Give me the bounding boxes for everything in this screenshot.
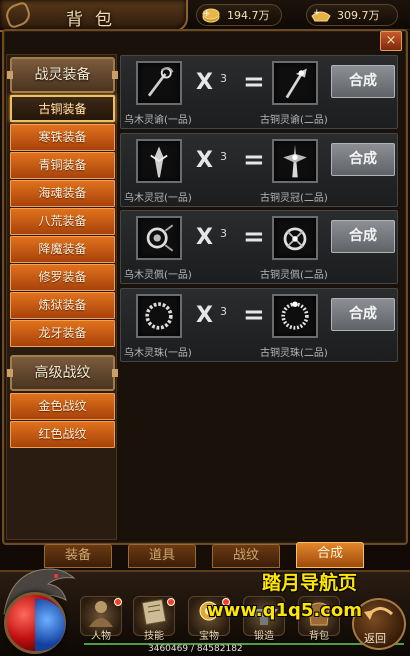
notification-dot: [167, 598, 175, 606]
top-bar: 背包 + 194.7万 + 309.7万: [0, 0, 410, 32]
app-window: 背包 + 194.7万 + 309.7万 × 战灵装备 古铜装备 寒铁装备 青铜…: [0, 0, 410, 656]
output-item-slot[interactable]: [272, 216, 318, 260]
bag-tabs: 装备 道具 战纹 合成: [40, 542, 370, 570]
output-item-name: 古铜灵珠(二品): [260, 348, 328, 359]
back-label: 返回: [364, 632, 386, 645]
coin2-value: 309.7万: [337, 9, 380, 22]
tab-items[interactable]: 道具: [128, 544, 196, 568]
output-item-slot[interactable]: [272, 294, 318, 338]
sidebar-item-red-rune[interactable]: 红色战纹: [10, 421, 115, 448]
crown-icon: [150, 146, 168, 178]
ornament-icon: [2, 0, 34, 30]
sidebar-item-green-bronze-gear[interactable]: 青铜装备: [10, 152, 115, 179]
input-item-name: 乌木灵珠(一品): [124, 348, 192, 359]
section-header-advanced-runes[interactable]: 高级战纹: [7, 355, 118, 391]
window-title: 背包: [66, 10, 124, 30]
watermark-url: www.q1q5.com: [207, 600, 363, 621]
equals-sign: =: [243, 67, 265, 97]
menu-label-skills: 技能: [144, 631, 164, 642]
title-plate: 背包: [0, 0, 188, 32]
ingot-plus-icon[interactable]: +: [309, 5, 333, 25]
menu-label-character: 人物: [91, 631, 111, 642]
synthesize-button[interactable]: 合成: [331, 298, 395, 331]
input-item-name: 乌木灵冠(一品): [124, 193, 192, 204]
svg-text:+: +: [203, 9, 211, 19]
crown-icon: [283, 144, 307, 178]
input-item-name: 乌木灵谕(一品): [124, 115, 192, 126]
notification-dot: [114, 598, 122, 606]
input-item-slot[interactable]: [136, 216, 182, 260]
menu-label-forge: 锻造: [254, 631, 274, 642]
sidebar-item-purgatory-gear[interactable]: 炼狱装备: [10, 292, 115, 319]
output-item-name: 古铜灵冠(二品): [260, 193, 328, 204]
input-item-name: 乌木灵佩(一品): [124, 270, 192, 281]
synthesize-button[interactable]: 合成: [331, 220, 395, 253]
sidebar-item-gold-rune[interactable]: 金色战纹: [10, 393, 115, 420]
svg-text:+: +: [313, 8, 321, 18]
output-item-name: 古铜灵谕(二品): [260, 115, 328, 126]
synthesize-button[interactable]: 合成: [331, 143, 395, 176]
section-header-spirit-gear[interactable]: 战灵装备: [7, 57, 118, 93]
recipe-row: X 3 = 合成 乌木灵珠(一品) 古铜灵珠(二品): [120, 288, 398, 362]
sidebar-item-asura-gear[interactable]: 修罗装备: [10, 264, 115, 291]
close-button[interactable]: ×: [380, 31, 402, 51]
input-item-slot[interactable]: [136, 61, 182, 105]
gold-coin-counter: + 194.7万: [196, 4, 282, 26]
required-count: 3: [220, 72, 227, 85]
recipe-row: X 3 = 合成 乌木灵谕(一品) 古铜灵谕(二品): [120, 55, 398, 129]
sidebar-item-dragon-tooth-gear[interactable]: 龙牙装备: [10, 320, 115, 347]
required-count: 3: [220, 150, 227, 163]
output-item-slot[interactable]: [272, 139, 318, 183]
coin-plus-icon[interactable]: +: [199, 5, 223, 25]
watermark-title: 踏月导航页: [262, 572, 358, 594]
health-mana-orb: [4, 592, 66, 654]
wand-icon: [285, 68, 307, 99]
synthesize-button[interactable]: 合成: [331, 65, 395, 98]
pendant-icon: [283, 227, 307, 251]
pendant-icon: [146, 224, 174, 252]
exp-text: 3460469 / 84582182: [148, 644, 243, 654]
multiply-sign: X: [196, 70, 213, 95]
recipe-row: X 3 = 合成 乌木灵佩(一品) 古铜灵佩(二品): [120, 210, 398, 284]
required-count: 3: [220, 227, 227, 240]
sidebar-item-sea-soul-gear[interactable]: 海魂装备: [10, 180, 115, 207]
equals-sign: =: [243, 300, 265, 330]
sidebar-item-demon-slayer-gear[interactable]: 降魔装备: [10, 236, 115, 263]
ingot-counter: + 309.7万: [306, 4, 398, 26]
bead-bracelet-icon: [145, 302, 173, 330]
equals-sign: =: [243, 145, 265, 175]
sidebar-item-bahuang-gear[interactable]: 八荒装备: [10, 208, 115, 235]
menu-label-bag: 背包: [309, 631, 329, 642]
menu-label-treasure: 宝物: [199, 631, 219, 642]
multiply-sign: X: [196, 303, 213, 328]
equals-sign: =: [243, 222, 265, 252]
tab-runes[interactable]: 战纹: [212, 544, 280, 568]
wand-icon: [147, 67, 174, 97]
bead-bracelet-icon: [281, 301, 309, 330]
tab-synthesis[interactable]: 合成: [296, 542, 364, 568]
output-item-name: 古铜灵佩(二品): [260, 270, 328, 281]
sidebar-item-bronze-gear[interactable]: 古铜装备: [10, 95, 115, 122]
input-item-slot[interactable]: [136, 139, 182, 183]
multiply-sign: X: [196, 148, 213, 173]
recipe-row: X 3 = 合成 乌木灵冠(一品) 古铜灵冠(二品): [120, 133, 398, 207]
input-item-slot[interactable]: [136, 294, 182, 338]
sidebar-item-cold-iron-gear[interactable]: 寒铁装备: [10, 124, 115, 151]
multiply-sign: X: [196, 225, 213, 250]
required-count: 3: [220, 305, 227, 318]
coin1-value: 194.7万: [227, 9, 270, 22]
category-sidebar: 战灵装备 古铜装备 寒铁装备 青铜装备 海魂装备 八荒装备 降魔装备 修罗装备 …: [6, 54, 118, 540]
output-item-slot[interactable]: [272, 61, 318, 105]
exp-bar: [84, 643, 404, 645]
